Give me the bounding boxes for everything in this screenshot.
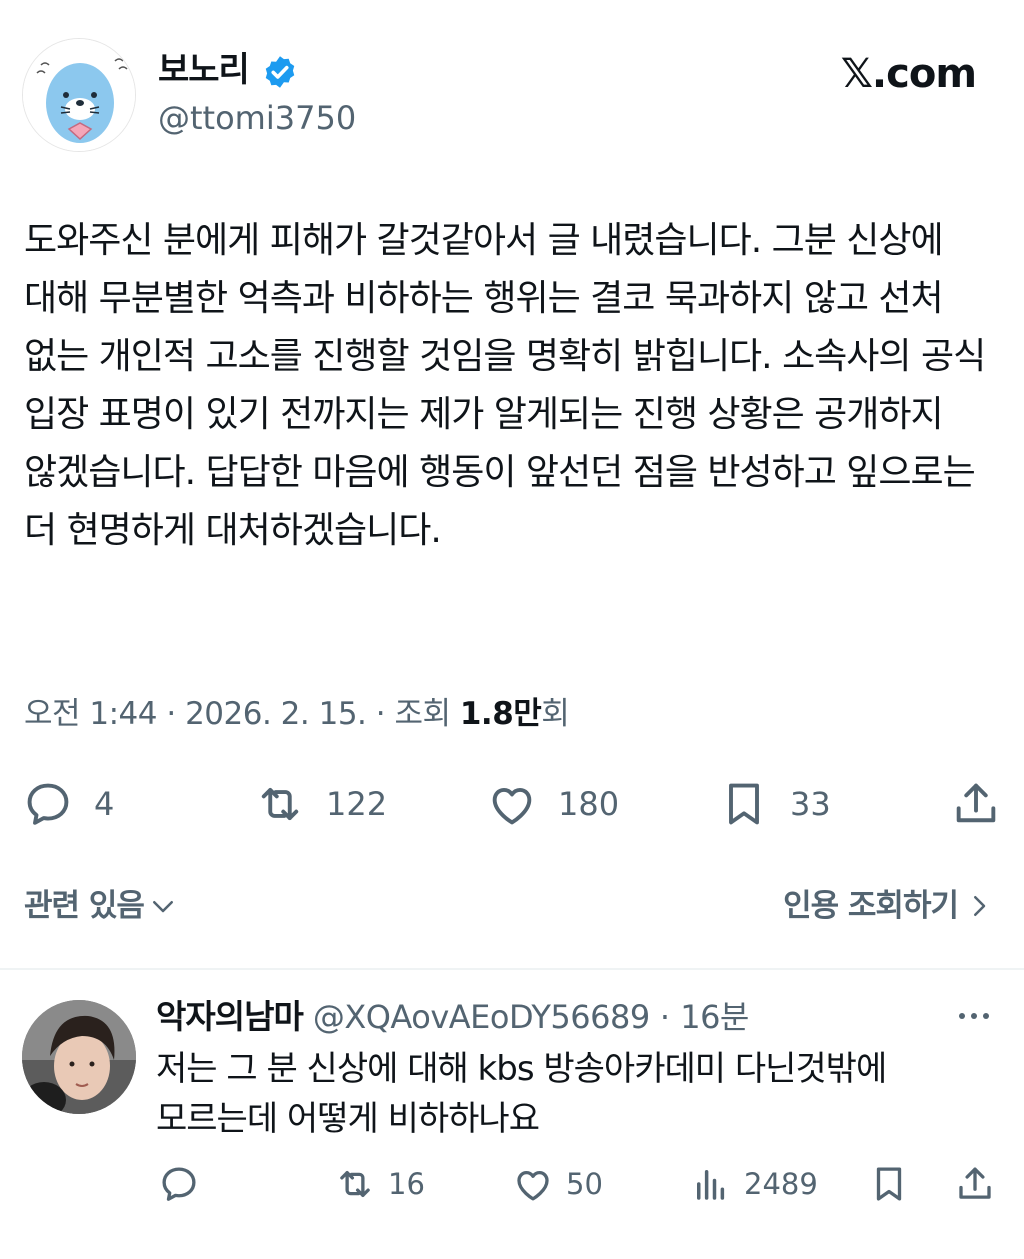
reply-header: 악자의남마 @XQAovAEoDY56689 · 16분 [156,994,749,1046]
reply-like-button[interactable]: 50 [512,1162,603,1206]
author-avatar[interactable] [22,38,136,152]
tweet-text: 도와주신 분에게 피해가 갈것같아서 글 내렸습니다. 그분 신상에 대해 무분… [24,220,986,551]
tweet-meta: 오전 1:44 · 2026. 2. 15. · 조회 1.8만회 [24,692,570,736]
view-count-unit: 회 [541,696,570,732]
retweet-button[interactable]: 122 [254,776,387,832]
view-quotes-link[interactable]: 인용 조회하기 [783,884,994,928]
x-com-logo: 𝕏.com [840,51,977,97]
seal-avatar-image [23,39,135,151]
chevron-right-icon [974,896,986,916]
reply-retweet-count: 16 [388,1167,425,1201]
share-icon [956,783,996,823]
reply-time[interactable]: 16분 [680,998,749,1036]
tweet-detail-screen: 보노리 @ttomi3750 𝕏.com 도와주신 분에게 피해가 갈것같아서 … [0,0,1024,1259]
reply-reply-button[interactable] [158,1162,200,1206]
related-label: 관련 있음 [24,888,145,924]
reply-button[interactable]: 4 [22,776,114,832]
like-count: 180 [558,785,620,823]
like-button[interactable]: 180 [486,776,619,832]
reply-bookmark-button[interactable] [868,1162,910,1206]
separator-dot: · [649,998,681,1036]
bookmark-count: 33 [790,785,831,823]
author-display-name[interactable]: 보노리 [158,48,250,92]
bookmark-button[interactable]: 33 [718,776,831,832]
tweet-timestamp[interactable]: 오전 1:44 · 2026. 2. 15. · 조회 [24,696,460,732]
reply-author-name[interactable]: 악자의남마 [156,997,304,1036]
heart-icon [517,1170,549,1201]
bookmark-icon [729,783,759,825]
heart-icon [492,787,532,825]
reply-views-button[interactable]: 2489 [690,1162,818,1206]
reply-share-button[interactable] [954,1162,996,1206]
retweet-icon [261,787,299,821]
reply-like-count: 50 [566,1167,603,1201]
bookmark-icon [876,1167,902,1201]
person-avatar-image [22,1000,136,1114]
reply-view-count: 2489 [744,1167,818,1201]
retweet-icon [340,1170,370,1198]
divider [0,968,1024,970]
reply-author-handle[interactable]: @XQAovAEoDY56689 [313,998,650,1036]
author-handle[interactable]: @ttomi3750 [158,96,356,140]
retweet-count: 122 [326,785,388,823]
share-icon [959,1167,991,1199]
view-quotes-label: 인용 조회하기 [783,888,959,924]
reply-icon [27,783,69,825]
reply-text: 저는 그 분 신상에 대해 kbs 방송아카데미 다닌것밖에 모르는데 어떻게 … [156,1049,887,1139]
reply-count: 4 [94,785,115,823]
related-toggle[interactable]: 관련 있음 [24,884,178,928]
more-options-icon[interactable] [954,1006,994,1026]
reply-retweet-button[interactable]: 16 [334,1162,425,1206]
chevron-down-icon [152,901,173,913]
view-count: 1.8만 [459,696,542,732]
share-button[interactable] [950,776,1002,832]
reply-icon [162,1167,196,1201]
analytics-icon [697,1170,725,1200]
reply-author-avatar[interactable] [22,1000,136,1114]
verified-badge-icon [265,56,295,88]
